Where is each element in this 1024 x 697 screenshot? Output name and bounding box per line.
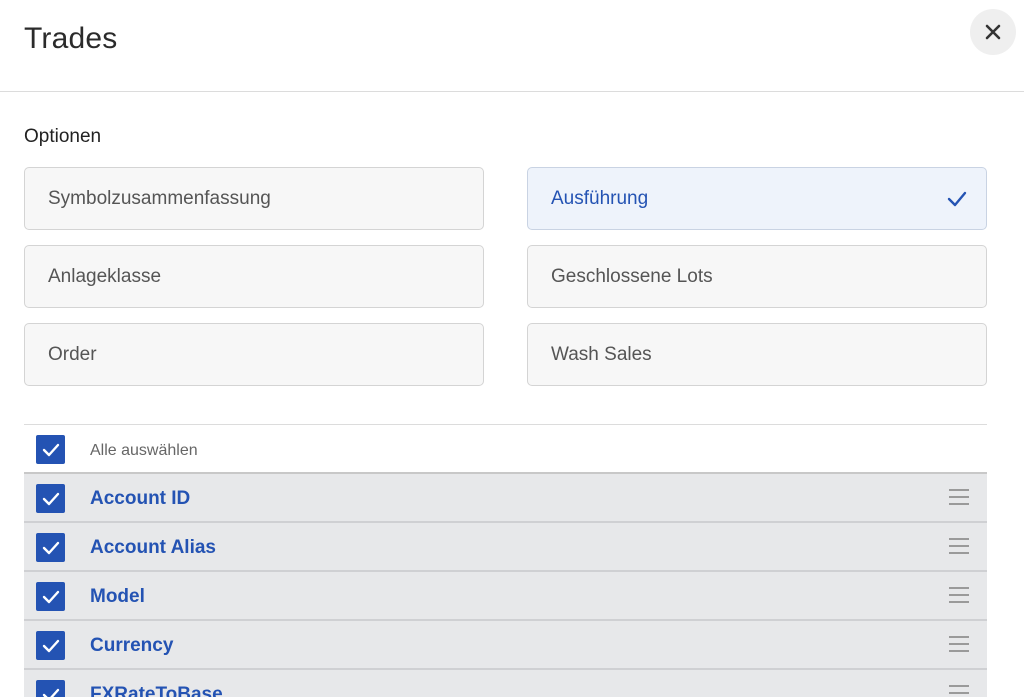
option-label: Anlageklasse xyxy=(48,265,162,287)
option-anlageklasse[interactable]: Anlageklasse xyxy=(24,245,484,308)
field-checkbox[interactable] xyxy=(36,533,65,562)
field-label: Account Alias xyxy=(90,537,216,558)
options-label: Optionen xyxy=(24,126,102,147)
field-label: Account ID xyxy=(90,488,191,509)
field-checkbox[interactable] xyxy=(36,582,65,611)
dialog-header: Trades xyxy=(0,0,1024,92)
check-icon xyxy=(42,492,59,505)
field-row-account-id: Account ID xyxy=(24,474,987,523)
drag-handle-icon[interactable] xyxy=(949,636,969,652)
field-row-fxratetobase: FXRateToBase xyxy=(24,670,987,697)
option-label: Geschlossene Lots xyxy=(551,265,713,287)
option-label: Symbolzusammenfassung xyxy=(48,187,271,209)
field-checkbox[interactable] xyxy=(36,631,65,660)
field-checkbox[interactable] xyxy=(36,484,65,513)
option-label: Order xyxy=(48,343,97,365)
drag-handle-icon[interactable] xyxy=(949,685,969,697)
field-row-currency: Currency xyxy=(24,621,987,670)
option-label: Wash Sales xyxy=(551,343,652,365)
drag-handle-icon[interactable] xyxy=(949,538,969,554)
option-wash-sales[interactable]: Wash Sales xyxy=(527,323,987,386)
close-icon xyxy=(985,24,1001,40)
field-label: Model xyxy=(90,586,145,607)
dialog-title: Trades xyxy=(24,22,118,55)
option-geschlossene-lots[interactable]: Geschlossene Lots xyxy=(527,245,987,308)
check-icon xyxy=(42,639,59,652)
select-all-row[interactable]: Alle auswählen xyxy=(24,425,987,474)
option-symbolzusammenfassung[interactable]: Symbolzusammenfassung xyxy=(24,167,484,230)
check-icon xyxy=(42,590,59,603)
check-icon xyxy=(42,443,59,456)
select-all-label: Alle auswählen xyxy=(90,442,198,459)
option-order[interactable]: Order xyxy=(24,323,484,386)
close-button[interactable] xyxy=(970,9,1016,55)
field-label: Currency xyxy=(90,635,174,656)
select-all-checkbox[interactable] xyxy=(36,435,65,464)
field-row-model: Model xyxy=(24,572,987,621)
option-ausfuehrung[interactable]: Ausführung xyxy=(527,167,987,230)
check-icon xyxy=(42,688,59,697)
field-label: FXRateToBase xyxy=(90,684,223,697)
field-checkbox[interactable] xyxy=(36,680,65,697)
checkmark-icon xyxy=(947,191,967,207)
field-row-account-alias: Account Alias xyxy=(24,523,987,572)
option-label: Ausführung xyxy=(551,187,649,209)
field-list: Alle auswählen Account ID Account Alias … xyxy=(24,424,987,697)
check-icon xyxy=(42,541,59,554)
drag-handle-icon[interactable] xyxy=(949,489,969,505)
drag-handle-icon[interactable] xyxy=(949,587,969,603)
